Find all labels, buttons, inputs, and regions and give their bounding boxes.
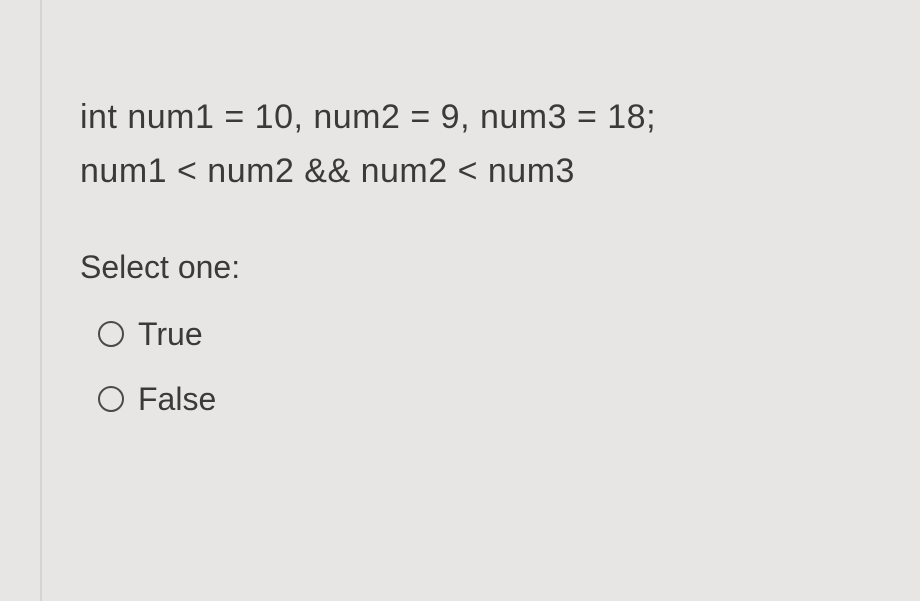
code-line-2: num1 < num2 && num2 < num3 [80,144,840,198]
question-text: int num1 = 10, num2 = 9, num3 = 18; num1… [80,90,840,199]
radio-icon [98,386,124,412]
option-false[interactable]: False [98,381,840,418]
options-group: True False [80,316,840,418]
select-prompt: Select one: [80,249,840,286]
option-label: False [138,381,216,418]
radio-icon [98,321,124,347]
option-true[interactable]: True [98,316,840,353]
code-line-1: int num1 = 10, num2 = 9, num3 = 18; [80,90,840,144]
option-label: True [138,316,203,353]
